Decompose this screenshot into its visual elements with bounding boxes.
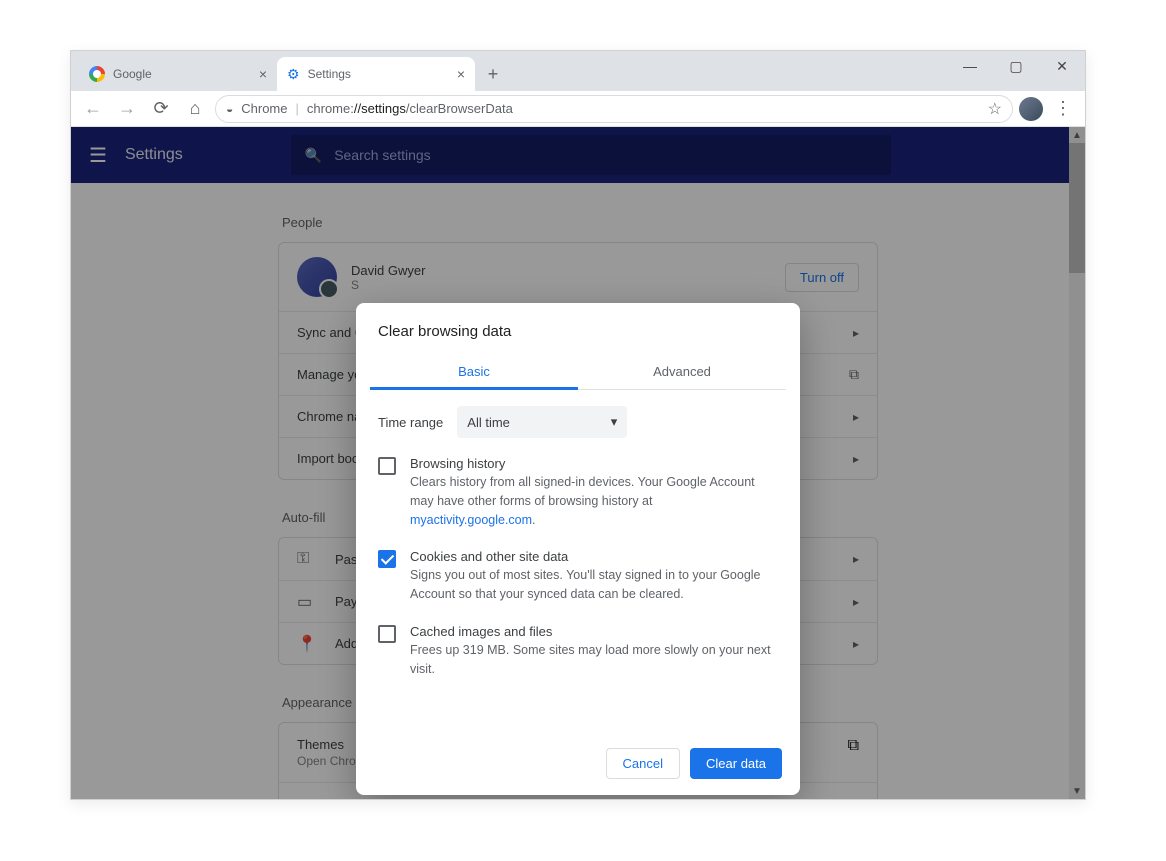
tab-settings[interactable]: ⚙ Settings × bbox=[277, 57, 475, 91]
tab-close-icon[interactable]: × bbox=[259, 66, 267, 82]
tab-close-icon[interactable]: × bbox=[457, 66, 465, 82]
site-info-icon[interactable]: ◒ bbox=[226, 102, 233, 116]
location-icon: 📍 bbox=[297, 634, 321, 654]
external-link-icon: ⧉ bbox=[848, 737, 859, 768]
toolbar: ← → ⟳ ⌂ ◒ Chrome | chrome://settings/cle… bbox=[71, 91, 1085, 127]
window-controls: — ▢ ✕ bbox=[947, 51, 1085, 81]
scroll-down-icon[interactable]: ▼ bbox=[1069, 783, 1085, 799]
settings-header: ☰ Settings 🔍 Search settings bbox=[71, 127, 1085, 183]
dialog-tabs: Basic Advanced bbox=[370, 354, 786, 390]
chevron-right-icon: ▸ bbox=[853, 595, 859, 609]
tab-title: Settings bbox=[308, 67, 351, 81]
profile-name: David Gwyer bbox=[351, 263, 425, 278]
chevron-right-icon: ▸ bbox=[853, 452, 859, 466]
window-maximize-button[interactable]: ▢ bbox=[993, 51, 1039, 81]
checkbox-cache[interactable] bbox=[378, 625, 396, 643]
avatar bbox=[297, 257, 337, 297]
section-people-heading: People bbox=[282, 215, 874, 230]
profile-row[interactable]: David Gwyer S Turn off bbox=[279, 243, 877, 311]
chevron-right-icon: ▸ bbox=[853, 410, 859, 424]
chrome-window: — ▢ ✕ Google × ⚙ Settings × + ← → ⟳ ⌂ ◒ … bbox=[70, 50, 1086, 800]
time-range-label: Time range bbox=[378, 415, 443, 430]
cancel-button[interactable]: Cancel bbox=[606, 748, 680, 779]
url-text: chrome://settings/clearBrowserData bbox=[307, 101, 513, 116]
scroll-up-icon[interactable]: ▲ bbox=[1069, 127, 1085, 143]
reload-button[interactable]: ⟳ bbox=[147, 95, 175, 123]
home-button[interactable]: ⌂ bbox=[181, 95, 209, 123]
address-bar[interactable]: ◒ Chrome | chrome://settings/clearBrowse… bbox=[215, 95, 1013, 123]
chevron-down-icon: ▾ bbox=[611, 414, 618, 430]
dialog-title: Clear browsing data bbox=[356, 303, 800, 354]
option-desc: Clears history from all signed-in device… bbox=[410, 473, 778, 529]
profile-avatar-button[interactable] bbox=[1019, 97, 1043, 121]
gear-icon: ⚙ bbox=[287, 66, 300, 83]
chevron-right-icon: ▸ bbox=[853, 326, 859, 340]
search-icon: 🔍 bbox=[305, 147, 322, 164]
tab-title: Google bbox=[113, 67, 152, 81]
checkbox-browsing-history[interactable] bbox=[378, 457, 396, 475]
turn-off-button[interactable]: Turn off bbox=[785, 263, 859, 292]
google-favicon-icon bbox=[89, 66, 105, 82]
search-placeholder: Search settings bbox=[334, 147, 431, 163]
tab-advanced[interactable]: Advanced bbox=[578, 354, 786, 389]
external-link-icon: ⧉ bbox=[849, 366, 859, 383]
url-chip: Chrome bbox=[241, 101, 287, 116]
key-icon: ⚿ bbox=[297, 550, 321, 568]
forward-button[interactable]: → bbox=[113, 95, 141, 123]
checkbox-cookies[interactable] bbox=[378, 550, 396, 568]
window-minimize-button[interactable]: — bbox=[947, 51, 993, 81]
page-title: Settings bbox=[125, 146, 183, 164]
scrollbar[interactable]: ▲ ▼ bbox=[1069, 127, 1085, 799]
time-range-row: Time range All time ▾ bbox=[356, 390, 800, 446]
option-cache[interactable]: Cached images and files Frees up 319 MB.… bbox=[356, 614, 800, 689]
new-tab-button[interactable]: + bbox=[479, 60, 507, 88]
search-settings-input[interactable]: 🔍 Search settings bbox=[291, 135, 891, 175]
chevron-right-icon: ▸ bbox=[853, 637, 859, 651]
window-close-button[interactable]: ✕ bbox=[1039, 51, 1085, 81]
option-browsing-history[interactable]: Browsing history Clears history from all… bbox=[356, 446, 800, 539]
scroll-thumb[interactable] bbox=[1069, 143, 1085, 273]
tab-google[interactable]: Google × bbox=[79, 57, 277, 91]
dialog-actions: Cancel Clear data bbox=[356, 688, 800, 779]
menu-icon[interactable]: ☰ bbox=[89, 143, 107, 168]
clear-data-button[interactable]: Clear data bbox=[690, 748, 782, 779]
option-cookies[interactable]: Cookies and other site data Signs you ou… bbox=[356, 539, 800, 614]
clear-browsing-data-dialog: Clear browsing data Basic Advanced Time … bbox=[356, 303, 800, 795]
myactivity-link[interactable]: myactivity.google.com bbox=[410, 513, 532, 527]
tab-basic[interactable]: Basic bbox=[370, 354, 578, 389]
tab-strip: Google × ⚙ Settings × + bbox=[71, 51, 1085, 91]
bookmark-star-icon[interactable]: ☆ bbox=[988, 99, 1002, 119]
chrome-menu-button[interactable]: ⋮ bbox=[1049, 98, 1077, 119]
time-range-select[interactable]: All time ▾ bbox=[457, 406, 627, 438]
back-button[interactable]: ← bbox=[79, 95, 107, 123]
card-icon: ▭ bbox=[297, 592, 321, 612]
chevron-right-icon: ▸ bbox=[853, 552, 859, 566]
